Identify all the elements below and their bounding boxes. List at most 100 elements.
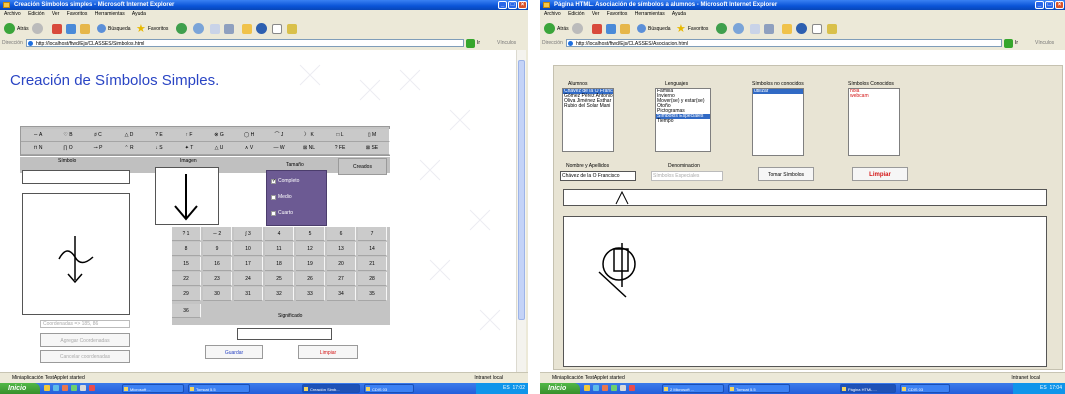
favorites-button[interactable]: ★ Favoritos	[676, 22, 708, 35]
number-button-28[interactable]: 28	[358, 272, 387, 286]
task-pagina-html[interactable]: Página HTML ...	[840, 384, 896, 393]
task-tomcat[interactable]: Tomcat 5.5	[728, 384, 790, 393]
number-button-1[interactable]: ? 1	[172, 227, 201, 241]
forward-button[interactable]	[572, 22, 583, 35]
task-cdis[interactable]: CDIS 03	[364, 384, 414, 393]
home-button[interactable]	[80, 22, 90, 35]
conocido-item[interactable]: webcam	[849, 94, 899, 99]
number-button-8[interactable]: 8	[172, 242, 201, 256]
links-label[interactable]: Vínculos	[1035, 38, 1054, 49]
quicklaunch-icon-1[interactable]	[584, 385, 590, 391]
number-button-36[interactable]: 36	[172, 304, 201, 318]
menu-favoritos[interactable]: Favoritos	[67, 11, 88, 17]
number-button-12[interactable]: 12	[296, 242, 325, 256]
back-button[interactable]: Atrás	[4, 22, 29, 35]
number-button-24[interactable]: 24	[234, 272, 263, 286]
number-button-11[interactable]: 11	[265, 242, 294, 256]
left-vertical-scrollbar[interactable]	[516, 50, 526, 373]
medio-checkbox[interactable]	[271, 195, 276, 200]
number-button-10[interactable]: 10	[234, 242, 263, 256]
history-button[interactable]	[733, 22, 744, 35]
maximize-icon[interactable]: □	[1045, 1, 1054, 9]
lenguaje-item[interactable]: Tiempo	[656, 119, 710, 124]
links-label[interactable]: Vínculos	[497, 38, 516, 49]
search-button[interactable]: Búsqueda	[97, 22, 131, 35]
number-button-33[interactable]: 33	[296, 287, 325, 301]
quicklaunch-icon-2[interactable]	[593, 385, 599, 391]
task-creacion-simbolos[interactable]: Creación Simb...	[302, 384, 360, 393]
folder-button[interactable]	[782, 22, 792, 35]
go-label[interactable]: Ir	[1015, 38, 1018, 49]
quicklaunch-icon-4[interactable]	[611, 385, 617, 391]
limpiar-button[interactable]: Limpiar	[298, 345, 358, 359]
edit-button[interactable]	[812, 22, 822, 35]
mail-button[interactable]	[750, 22, 760, 35]
go-icon[interactable]	[466, 39, 475, 48]
refresh-button[interactable]	[66, 22, 76, 35]
left-scroll-thumb[interactable]	[518, 60, 525, 320]
number-button-5[interactable]: 5	[296, 227, 325, 241]
number-button-22[interactable]: 22	[172, 272, 201, 286]
symbol-button-nl[interactable]: ⊠ NL	[292, 142, 327, 155]
menu-herramientas[interactable]: Herramientas	[635, 11, 665, 17]
number-button-29[interactable]: 29	[172, 287, 201, 301]
number-button-25[interactable]: 25	[265, 272, 294, 286]
task-tomcat[interactable]: Tomcat 5.5	[188, 384, 250, 393]
symbol-button-se[interactable]: ⊠ SE	[355, 142, 390, 155]
alumnos-list[interactable]: Chávez de la O Franc Gómez Pérez Antonio…	[562, 88, 614, 152]
media-button[interactable]	[176, 22, 187, 35]
number-button-13[interactable]: 13	[327, 242, 356, 256]
print-button[interactable]	[764, 22, 774, 35]
number-button-34[interactable]: 34	[327, 287, 356, 301]
number-button-17[interactable]: 17	[234, 257, 263, 271]
quicklaunch-icon-5[interactable]	[80, 385, 86, 391]
address-input[interactable]: http://localhost/ftwd/Ejs/CLASSES/Asocia…	[566, 39, 1002, 47]
nombre-field[interactable]: Chávez de la O Francisco	[560, 171, 636, 181]
stop-button[interactable]	[52, 22, 62, 35]
messenger-button[interactable]	[796, 22, 807, 35]
agregar-coordenadas-button[interactable]: Agregar Coordenadas	[40, 333, 130, 347]
number-button-9[interactable]: 9	[203, 242, 232, 256]
task-cdis[interactable]: CDIS 03	[900, 384, 950, 393]
limpiar-button[interactable]: Limpiar	[852, 167, 908, 181]
number-button-35[interactable]: 35	[358, 287, 387, 301]
quicklaunch-icon-1[interactable]	[44, 385, 50, 391]
number-button-6[interactable]: 6	[327, 227, 356, 241]
menu-edicion[interactable]: Edición	[568, 11, 584, 17]
symbol-button-m[interactable]: ▯ M	[355, 129, 390, 142]
number-button-23[interactable]: 23	[203, 272, 232, 286]
symbol-button-k[interactable]: 〉 K	[292, 129, 327, 142]
tools-button[interactable]	[827, 22, 837, 35]
favorites-button[interactable]: ★ Favoritos	[136, 22, 168, 35]
folder-button[interactable]	[242, 22, 252, 35]
simbolo-text-input[interactable]	[22, 170, 130, 184]
home-button[interactable]	[620, 22, 630, 35]
no-conocido-item[interactable]: utilizar	[753, 89, 803, 94]
significado-input[interactable]	[237, 328, 332, 340]
menu-edicion[interactable]: Edición	[28, 11, 44, 17]
menu-ayuda[interactable]: Ayuda	[132, 11, 146, 17]
number-button-30[interactable]: 30	[203, 287, 232, 301]
quicklaunch-icon-2[interactable]	[53, 385, 59, 391]
address-input[interactable]: http://localhost/ftwd/Ejs/CLASSES/Simbol…	[26, 39, 464, 47]
print-button[interactable]	[224, 22, 234, 35]
symbol-button-p[interactable]: ⊸ P	[81, 142, 116, 155]
number-button-19[interactable]: 19	[296, 257, 325, 271]
menu-ver[interactable]: Ver	[592, 11, 600, 17]
conocidos-list[interactable]: hola webcam	[848, 88, 900, 156]
minimize-icon[interactable]: _	[1035, 1, 1044, 9]
back-button[interactable]: Atrás	[544, 22, 569, 35]
number-button-7[interactable]: 7	[358, 227, 387, 241]
menu-favoritos[interactable]: Favoritos	[607, 11, 628, 17]
minimize-icon[interactable]: _	[498, 1, 507, 9]
number-button-27[interactable]: 27	[327, 272, 356, 286]
search-button[interactable]: Búsqueda	[637, 22, 671, 35]
go-label[interactable]: Ir	[477, 38, 480, 49]
edit-button[interactable]	[272, 22, 282, 35]
stop-button[interactable]	[592, 22, 602, 35]
menu-ver[interactable]: Ver	[52, 11, 60, 17]
forward-button[interactable]	[32, 22, 43, 35]
messenger-button[interactable]	[256, 22, 267, 35]
close-icon[interactable]: ×	[1055, 1, 1064, 9]
number-button-2[interactable]: ∼ 2	[203, 227, 232, 241]
